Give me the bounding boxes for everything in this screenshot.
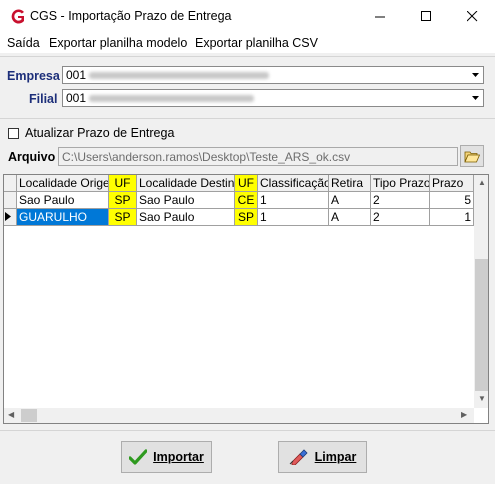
menu-exportar-planilha-csv[interactable]: Exportar planilha CSV: [195, 36, 318, 50]
filial-label: Filial: [29, 92, 58, 106]
empresa-value: 001: [66, 68, 87, 82]
minimize-button[interactable]: [357, 0, 403, 33]
divider: [0, 56, 495, 57]
table-cell[interactable]: 2: [371, 192, 430, 209]
table-cell-selected[interactable]: GUARULHO: [17, 209, 109, 226]
divider: [0, 430, 495, 431]
minimize-icon: [374, 16, 385, 18]
table-cell[interactable]: CE: [235, 192, 258, 209]
column-header-uf-origem[interactable]: UF: [109, 175, 137, 192]
scroll-down-icon[interactable]: ▼: [478, 394, 486, 403]
column-header-prazo[interactable]: Prazo: [430, 175, 474, 192]
arquivo-path-value: C:\Users\anderson.ramos\Desktop\Teste_AR…: [62, 150, 351, 164]
table-cell[interactable]: Sao Paulo: [137, 209, 235, 226]
redacted-filial-name: [89, 95, 254, 102]
table-cell[interactable]: SP: [109, 192, 137, 209]
vertical-scroll-thumb[interactable]: [475, 259, 488, 391]
table-cell[interactable]: A: [329, 192, 371, 209]
limpar-label: Limpar: [314, 450, 357, 464]
chevron-down-icon[interactable]: [467, 67, 483, 83]
table-cell[interactable]: 2: [371, 209, 430, 226]
eraser-brush-icon: [289, 449, 309, 465]
divider: [0, 118, 495, 119]
column-header-retira[interactable]: Retira: [329, 175, 371, 192]
maximize-icon: [420, 11, 431, 21]
menu-bar: Saída Exportar planilha modelo Exportar …: [0, 33, 495, 53]
scroll-right-icon[interactable]: ▶: [461, 410, 467, 419]
importar-button[interactable]: Importar: [121, 441, 212, 473]
horizontal-scrollbar[interactable]: ◀ ▶: [4, 408, 474, 423]
column-header-localidade-destino[interactable]: Localidade Destino: [137, 175, 235, 192]
column-header-classificacao[interactable]: Classificação: [258, 175, 329, 192]
chevron-down-icon[interactable]: [467, 90, 483, 106]
horizontal-scroll-thumb[interactable]: [21, 409, 37, 422]
vertical-scrollbar[interactable]: ▲ ▼: [474, 175, 488, 408]
menu-saida[interactable]: Saída: [7, 36, 40, 50]
column-header-uf-destino[interactable]: UF: [235, 175, 258, 192]
close-icon: [466, 11, 477, 22]
column-header-tipo-prazo[interactable]: Tipo Prazo: [371, 175, 430, 192]
atualizar-prazo-label[interactable]: Atualizar Prazo de Entrega: [25, 126, 174, 140]
data-grid[interactable]: Localidade Origem UF Localidade Destino …: [3, 174, 489, 424]
window-title: CGS - Importação Prazo de Entrega: [30, 9, 232, 23]
close-button[interactable]: [449, 0, 495, 33]
table-cell[interactable]: SP: [109, 209, 137, 226]
atualizar-prazo-checkbox[interactable]: [8, 128, 19, 139]
column-header-localidade-origem[interactable]: Localidade Origem: [17, 175, 109, 192]
table-cell[interactable]: A: [329, 209, 371, 226]
table-cell[interactable]: SP: [235, 209, 258, 226]
folder-open-icon: [464, 151, 480, 162]
checkmark-icon: [129, 449, 148, 465]
table-cell[interactable]: 5: [430, 192, 474, 209]
empresa-select[interactable]: 001: [62, 66, 484, 84]
empresa-label: Empresa: [7, 69, 60, 83]
table-cell[interactable]: Sao Paulo: [17, 192, 109, 209]
row-indicator-header: [4, 175, 17, 192]
current-row-arrow-icon: [5, 212, 11, 221]
app-logo-icon: [11, 9, 24, 24]
redacted-empresa-name: [89, 72, 269, 79]
current-row-indicator[interactable]: [4, 209, 17, 226]
scroll-up-icon[interactable]: ▲: [478, 178, 486, 187]
menu-exportar-planilha-modelo[interactable]: Exportar planilha modelo: [49, 36, 187, 50]
table-cell[interactable]: 1: [258, 209, 329, 226]
filial-value: 001: [66, 91, 87, 105]
maximize-button[interactable]: [403, 0, 449, 33]
title-bar: CGS - Importação Prazo de Entrega: [0, 0, 495, 33]
browse-file-button[interactable]: [460, 145, 484, 167]
arquivo-label: Arquivo: [8, 150, 56, 164]
scroll-left-icon[interactable]: ◀: [8, 410, 14, 419]
importar-label: Importar: [153, 450, 204, 464]
arquivo-path-field[interactable]: C:\Users\anderson.ramos\Desktop\Teste_AR…: [58, 147, 458, 166]
filial-select[interactable]: 001: [62, 89, 484, 107]
table-cell[interactable]: Sao Paulo: [137, 192, 235, 209]
table-cell[interactable]: 1: [430, 209, 474, 226]
table-cell[interactable]: 1: [258, 192, 329, 209]
limpar-button[interactable]: Limpar: [278, 441, 367, 473]
row-indicator[interactable]: [4, 192, 17, 209]
